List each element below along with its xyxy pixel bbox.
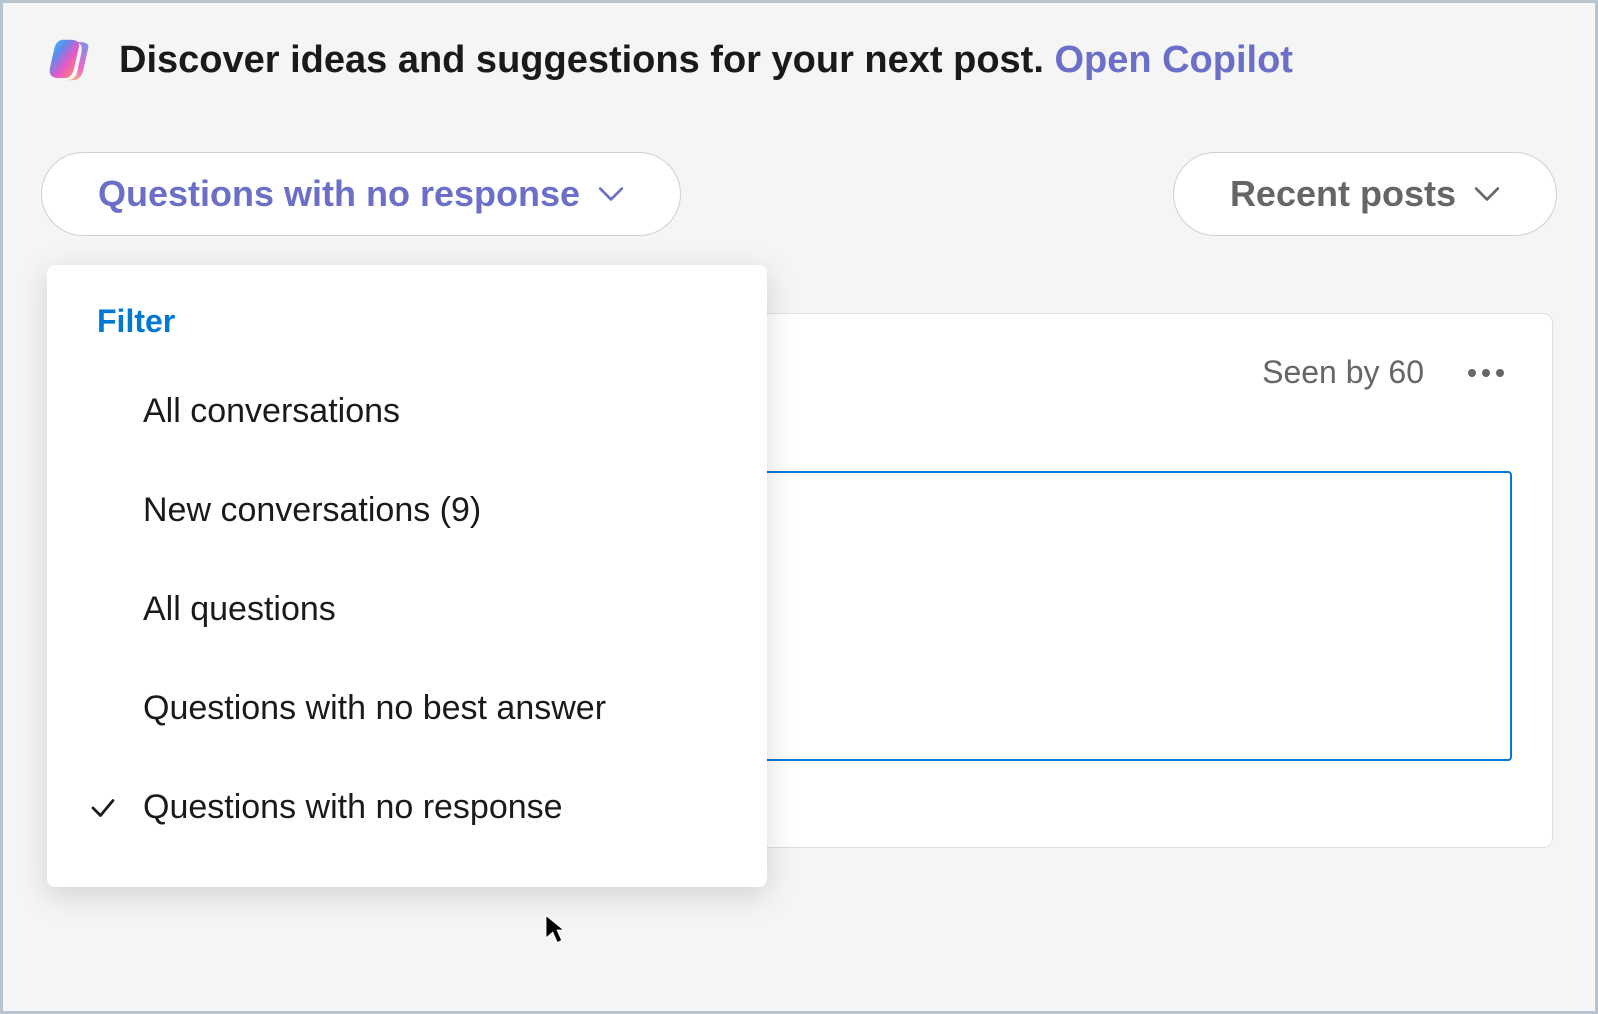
app-container: Discover ideas and suggestions for your … — [0, 0, 1598, 1014]
dropdown-item-label: All conversations — [143, 392, 400, 431]
dropdown-item-label: All questions — [143, 590, 336, 629]
check-slot — [83, 793, 123, 823]
banner-text: Discover ideas and suggestions for your … — [119, 39, 1293, 82]
filter-secondary-label: Recent posts — [1230, 173, 1456, 215]
filter-dropdown-menu: Filter All conversations New conversatio… — [47, 265, 767, 887]
banner-message: Discover ideas and suggestions for your … — [119, 39, 1054, 81]
dropdown-header: Filter — [47, 295, 767, 362]
seen-by-count: Seen by 60 — [1262, 354, 1424, 391]
chevron-down-icon — [598, 186, 624, 202]
copilot-banner: Discover ideas and suggestions for your … — [3, 3, 1595, 137]
chevron-down-icon — [1474, 186, 1500, 202]
dropdown-item-label: Questions with no best answer — [143, 689, 606, 728]
filter-row: Questions with no response Recent posts — [3, 152, 1595, 236]
open-copilot-link[interactable]: Open Copilot — [1054, 39, 1293, 81]
filter-dropdown-primary[interactable]: Questions with no response — [41, 152, 681, 236]
filter-option-all-conversations[interactable]: All conversations — [47, 362, 767, 461]
filter-dropdown-secondary[interactable]: Recent posts — [1173, 152, 1557, 236]
checkmark-icon — [88, 793, 118, 823]
filter-option-all-questions[interactable]: All questions — [47, 560, 767, 659]
filter-option-no-response[interactable]: Questions with no response — [47, 758, 767, 857]
dropdown-item-label: Questions with no response — [143, 788, 563, 827]
filter-option-new-conversations[interactable]: New conversations (9) — [47, 461, 767, 560]
filter-option-no-best-answer[interactable]: Questions with no best answer — [47, 659, 767, 758]
cursor-icon — [543, 913, 567, 945]
copilot-icon — [43, 33, 97, 87]
dropdown-item-label: New conversations (9) — [143, 491, 481, 530]
filter-primary-label: Questions with no response — [98, 173, 580, 215]
more-options-icon[interactable] — [1460, 361, 1512, 385]
